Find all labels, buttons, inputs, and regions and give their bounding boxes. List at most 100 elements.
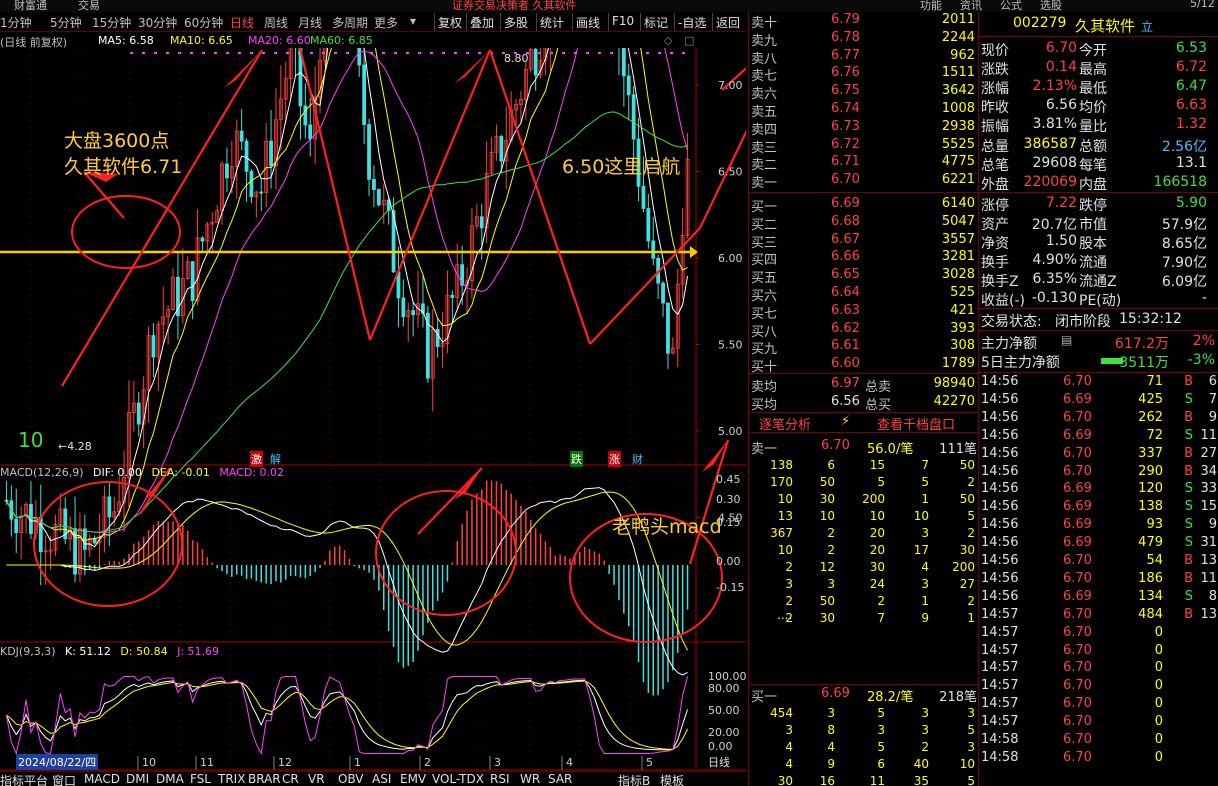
stock-header: 002279 久其软件立 <box>979 15 1218 35</box>
indicator-tab-3[interactable]: DMI <box>126 772 149 786</box>
quote-row: 总笔 29608 每笔 13.1 <box>979 155 1218 174</box>
indicator-tab-11[interactable]: ASI <box>372 772 391 786</box>
back-button[interactable]: 返回 <box>712 13 743 31</box>
indicator-tab-10[interactable]: OBV <box>338 772 364 786</box>
period-daily[interactable]: 日线 <box>230 14 254 31</box>
period-more[interactable]: 更多 <box>374 14 398 31</box>
stats-button[interactable]: 统计 <box>536 13 567 31</box>
queue-price: 6.69 <box>821 686 850 701</box>
tick-price: 6.70 <box>1063 570 1092 586</box>
quote-value: 4.90% <box>1032 252 1077 269</box>
indicator-tab-15[interactable]: WR <box>520 772 540 786</box>
macd-dea: DEA: -0.01 <box>151 466 210 479</box>
indicator-tab-16[interactable]: SAR <box>548 772 572 786</box>
tick-count: 6 <box>1208 374 1217 389</box>
indicator-tab-7[interactable]: BRAR <box>248 772 281 786</box>
indicator-tab-14[interactable]: RSI <box>490 772 510 786</box>
indicator-tab-18[interactable]: 模板 <box>660 772 684 786</box>
tick-side: B <box>1184 553 1193 568</box>
period-30min[interactable]: 30分钟 <box>138 14 177 31</box>
candle-body <box>435 329 440 347</box>
period-monthly[interactable]: 月线 <box>298 14 322 31</box>
quote-label: 外盘 <box>981 176 1009 193</box>
indicator-tab-6[interactable]: TRIX <box>218 772 245 786</box>
bid-label: 买七 <box>751 306 778 322</box>
watchlist-button[interactable]: -自选 <box>674 13 709 31</box>
indicator-tab-5[interactable]: FSL <box>190 772 211 786</box>
indicator-tab-4[interactable]: DMA <box>156 772 184 786</box>
indicator-tab-13[interactable]: VOL-TDX <box>432 772 484 786</box>
signal-dot <box>562 52 565 54</box>
ask-volume: 4775 <box>941 154 975 170</box>
ask-row: 卖五 6.74 1008 <box>749 101 979 120</box>
queue-cell: 10 <box>819 509 835 523</box>
quote-row: 净资 1.50 股本 8.65亿 <box>979 233 1218 252</box>
tick-row: 14:57 6.70 0 <box>979 678 1218 695</box>
indicator-tab-9[interactable]: VR <box>308 772 325 786</box>
tick-row: 14:57 6.70 0 <box>979 660 1218 677</box>
draw-line-button[interactable]: 画线 <box>572 13 603 31</box>
menu-formula[interactable]: 公式 <box>1000 0 1022 12</box>
title-bar: 财富通 交易 证券交易决策者 久其软件 功能 资讯 公式 选股 5/12 <box>0 0 1218 12</box>
menu-function[interactable]: 功能 <box>920 0 942 12</box>
indicator-tab-2[interactable]: MACD <box>84 772 120 786</box>
menu-trade[interactable]: 交易 <box>78 0 100 12</box>
queue-cell: 30 <box>777 774 793 786</box>
tick-volume: 186 <box>1138 570 1163 586</box>
period-1min[interactable]: 1分钟 <box>0 14 32 31</box>
tick-price: 6.70 <box>1063 553 1092 568</box>
menu-select[interactable]: 选股 <box>1040 0 1062 12</box>
annotation-text: 老鸭头macd <box>612 516 722 538</box>
menu-info[interactable]: 资讯 <box>960 0 982 12</box>
indicator-tab-12[interactable]: EMV <box>400 772 426 786</box>
period-5min[interactable]: 5分钟 <box>50 14 82 31</box>
signal-dot <box>430 52 433 54</box>
signal-dot <box>418 52 421 54</box>
candle-body <box>82 528 87 550</box>
bid-volume: 393 <box>950 320 975 336</box>
close-icon[interactable]: □ <box>684 34 694 47</box>
indicator-tab-17[interactable]: 指标B <box>618 772 650 786</box>
annotation-text: 6.50这里启航 <box>562 156 681 178</box>
tick-row: 14:56 6.70 186 B 11 <box>979 571 1218 588</box>
indicator-tab-8[interactable]: CR <box>282 772 299 786</box>
tab-row: 逐笔分析 ⚡ 查看千档盘口 <box>749 414 979 433</box>
multi-stock-button[interactable]: 多股 <box>500 13 531 31</box>
tab-depth-view[interactable]: 查看千档盘口 <box>877 414 955 433</box>
period-weekly[interactable]: 周线 <box>264 14 288 31</box>
f10-button[interactable]: F10 <box>608 13 637 31</box>
lightning-icon[interactable]: ⚡ <box>841 414 850 429</box>
bid-row: 买九 6.61 308 <box>749 338 979 357</box>
quote-row: 涨停 7.22 跌停 5.90 <box>979 195 1218 214</box>
overlay-button[interactable]: 叠加 <box>466 13 497 31</box>
window-title: 证券交易决策者 久其软件 <box>452 0 577 12</box>
tab-tick-analysis[interactable]: 逐笔分析 <box>759 414 811 433</box>
ask-volume: 6221 <box>941 172 975 188</box>
tick-time: 14:57 <box>981 606 1019 622</box>
tick-price: 6.70 <box>1063 624 1092 640</box>
mark-button[interactable]: 标记 <box>640 13 671 31</box>
adjust-button[interactable]: 复权 <box>434 13 465 31</box>
ask-row: 卖九 6.78 2244 <box>749 30 979 49</box>
chevron-down-icon[interactable]: ▾ <box>410 14 416 28</box>
period-15min[interactable]: 15分钟 <box>92 14 131 31</box>
bid-price: 6.64 <box>831 285 860 300</box>
queue-row: 138 6 15 7 50 <box>749 458 979 475</box>
quote-label: 股本 <box>1079 236 1107 252</box>
kdj-tick-label: 50.00 <box>708 704 740 717</box>
signal-dot <box>454 52 457 54</box>
queue-cell: 35 <box>913 774 929 786</box>
period-multi[interactable]: 多周期 <box>332 14 368 31</box>
queue-cell: 2 <box>827 526 835 540</box>
indicator-tab-0[interactable]: 指标平台 <box>0 772 48 786</box>
ask-total: 98940 <box>933 376 975 391</box>
queue-cell: 4 <box>785 740 793 754</box>
queue-cell: 5 <box>877 475 885 489</box>
diamond-icon[interactable]: ◇ <box>664 34 672 47</box>
state-value: 闭市阶段 <box>1055 314 1111 330</box>
macd-dif: DIF: 0.00 <box>93 466 142 479</box>
indicator-tab-1[interactable]: 窗口 <box>52 772 76 786</box>
arrow-line <box>61 49 263 387</box>
menu-icon[interactable]: ▤ <box>1061 333 1072 347</box>
period-60min[interactable]: 60分钟 <box>184 14 223 31</box>
